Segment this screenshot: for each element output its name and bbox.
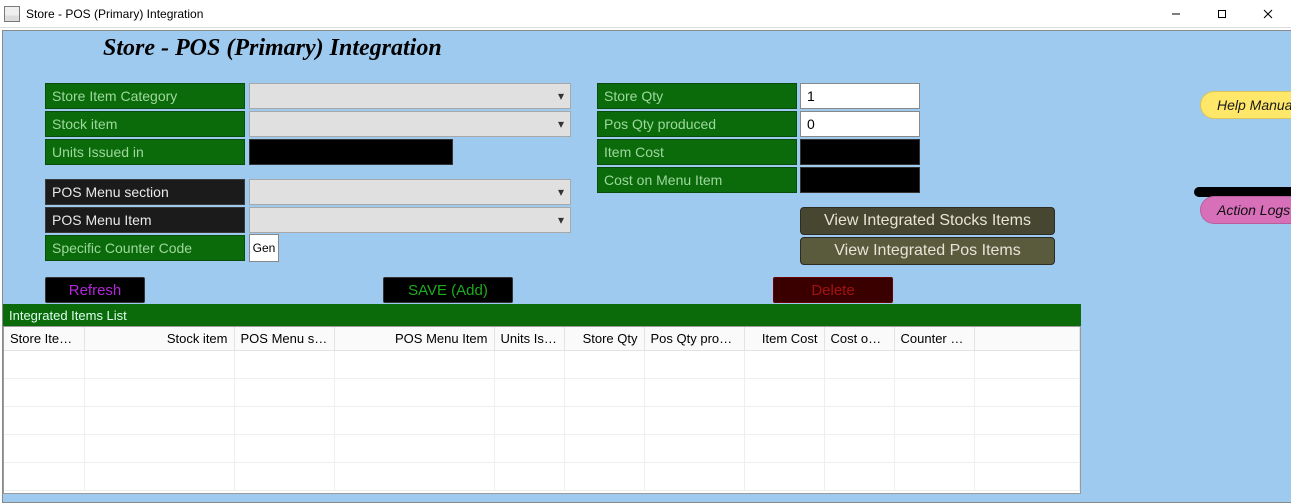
label-pos-menu-section: POS Menu section: [45, 179, 245, 205]
window-maximize-button[interactable]: [1199, 0, 1245, 27]
window-close-button[interactable]: [1245, 0, 1291, 27]
view-integrated-stocks-button[interactable]: View Integrated Stocks Items: [800, 207, 1055, 235]
col-item-cost[interactable]: Item Cost: [744, 327, 824, 351]
col-stock-item[interactable]: Stock item: [84, 327, 234, 351]
col-cost-on-menu[interactable]: Cost on …: [824, 327, 894, 351]
combo-stock-item[interactable]: ▾: [249, 111, 571, 137]
chevron-down-icon: ▾: [558, 185, 564, 199]
label-stock-item: Stock item: [45, 111, 245, 137]
save-add-button-label: SAVE (Add): [408, 282, 488, 299]
input-pos-qty-produced[interactable]: 0: [800, 111, 920, 137]
col-pos-qty-produced[interactable]: Pos Qty pro…: [644, 327, 744, 351]
label-cost-on-menu-item: Cost on Menu Item: [597, 167, 797, 193]
value-units-issued-in: [249, 139, 453, 165]
action-logs-button[interactable]: Action Logs: [1200, 196, 1291, 224]
integrated-items-list-header: Integrated Items List: [3, 304, 1081, 326]
action-logs-label: Action Logs: [1217, 202, 1290, 218]
app-icon: [4, 6, 20, 22]
view-integrated-stocks-label: View Integrated Stocks Items: [824, 212, 1031, 230]
delete-button-label: Delete: [811, 282, 854, 299]
table-row[interactable]: [4, 407, 1080, 435]
col-counter-code[interactable]: Counter …: [894, 327, 974, 351]
label-store-item-category: Store Item Category: [45, 83, 245, 109]
col-pos-menu-item[interactable]: POS Menu Item: [334, 327, 494, 351]
save-add-button[interactable]: SAVE (Add): [383, 277, 513, 303]
combo-pos-menu-item[interactable]: ▾: [249, 207, 571, 233]
window-titlebar: Store - POS (Primary) Integration: [0, 0, 1291, 28]
help-manual-label: Help Manua: [1217, 97, 1291, 113]
chevron-down-icon: ▾: [558, 89, 564, 103]
table-row[interactable]: [4, 379, 1080, 407]
chevron-down-icon: ▾: [558, 213, 564, 227]
col-spacer: [974, 327, 1080, 351]
table-row[interactable]: [4, 351, 1080, 379]
page-title: Store - POS (Primary) Integration: [103, 35, 442, 62]
label-store-qty: Store Qty: [597, 83, 797, 109]
generate-counter-code-button[interactable]: Gen: [249, 234, 279, 262]
value-cost-on-menu-item: [800, 167, 920, 193]
combo-pos-menu-section[interactable]: ▾: [249, 179, 571, 205]
label-item-cost: Item Cost: [597, 139, 797, 165]
col-units-issued[interactable]: Units Issu…: [494, 327, 564, 351]
refresh-button-label: Refresh: [69, 282, 122, 299]
refresh-button[interactable]: Refresh: [45, 277, 145, 303]
label-units-issued-in: Units Issued in: [45, 139, 245, 165]
table-row[interactable]: [4, 463, 1080, 491]
integrated-items-grid[interactable]: Store Ite… Stock item POS Menu se… POS M…: [3, 326, 1081, 494]
view-integrated-pos-label: View Integrated Pos Items: [834, 242, 1020, 260]
label-pos-menu-item: POS Menu Item: [45, 207, 245, 233]
table-row[interactable]: [4, 435, 1080, 463]
integrated-items-table: Store Ite… Stock item POS Menu se… POS M…: [4, 327, 1080, 491]
window-title: Store - POS (Primary) Integration: [26, 7, 203, 21]
window-minimize-button[interactable]: [1153, 0, 1199, 27]
value-item-cost: [800, 139, 920, 165]
input-store-qty[interactable]: 1: [800, 83, 920, 109]
chevron-down-icon: ▾: [558, 117, 564, 131]
col-store-item-category[interactable]: Store Ite…: [4, 327, 84, 351]
delete-button[interactable]: Delete: [773, 277, 893, 303]
col-store-qty[interactable]: Store Qty: [564, 327, 644, 351]
label-specific-counter-code: Specific Counter Code: [45, 235, 245, 261]
view-integrated-pos-button[interactable]: View Integrated Pos Items: [800, 237, 1055, 265]
label-pos-qty-produced: Pos Qty produced: [597, 111, 797, 137]
col-pos-menu-section[interactable]: POS Menu se…: [234, 327, 334, 351]
help-manual-button[interactable]: Help Manua: [1200, 91, 1291, 119]
client-area: Store - POS (Primary) Integration Store …: [2, 30, 1291, 503]
table-header-row: Store Ite… Stock item POS Menu se… POS M…: [4, 327, 1080, 351]
combo-store-item-category[interactable]: ▾: [249, 83, 571, 109]
